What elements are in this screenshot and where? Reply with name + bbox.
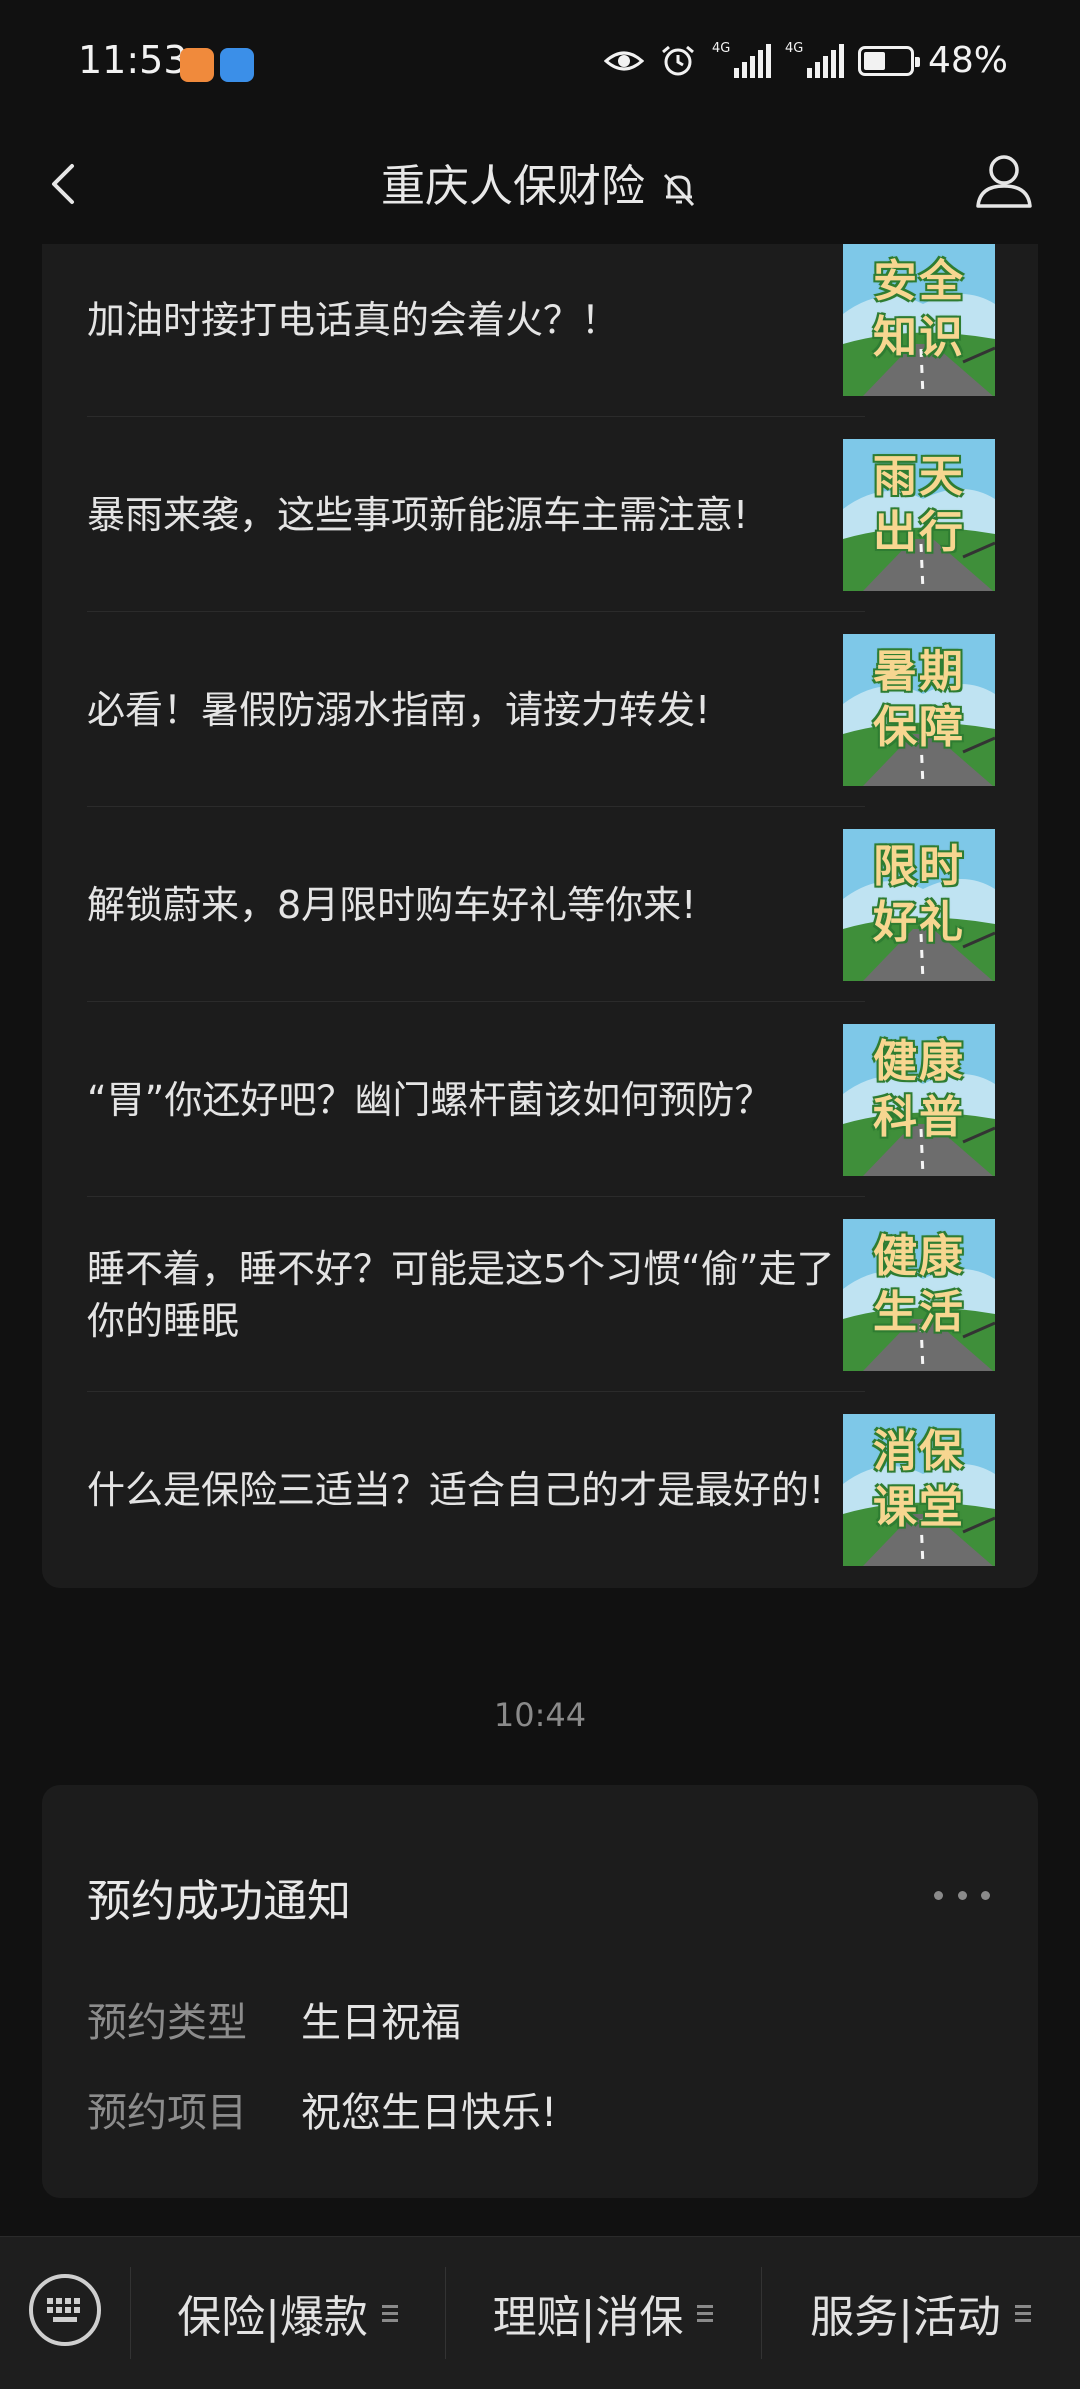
menu-item-insurance[interactable]: 保险|爆款 [130, 2237, 445, 2389]
menu-item-label: 服务|活动 [810, 2292, 1001, 2343]
article-thumbnail: 暑期 保障 [843, 634, 995, 786]
article-thumbnail: 雨天 出行 [843, 439, 995, 591]
eye-icon [603, 51, 644, 70]
thumbnail-label: 健康 科普 [873, 1036, 965, 1143]
more-options-icon[interactable] [934, 1887, 990, 1903]
thumbnail-label: 暑期 保障 [873, 646, 965, 753]
article-title: 解锁蔚来，8月限时购车好礼等你来! [87, 882, 697, 927]
row-label: 预约项目 [87, 2090, 247, 2136]
article-item[interactable]: 解锁蔚来，8月限时购车好礼等你来! 限时 好礼 [42, 807, 1038, 1002]
menu-item-service[interactable]: 服务|活动 [761, 2237, 1080, 2389]
article-list-card: 加油时接打电话真的会着火？！ 安全 知识 暴雨来袭，这些事项新能源车主需注意! 雨… [42, 244, 1038, 1588]
keyboard-icon[interactable] [28, 2273, 102, 2347]
thumbnail-label: 消保 课堂 [873, 1426, 965, 1533]
article-item[interactable]: 什么是保险三适当？适合自己的才是最好的! 消保 课堂 [42, 1392, 1038, 1587]
row-value: 生日祝福 [301, 2000, 461, 2046]
row-label: 预约类型 [87, 2000, 247, 2046]
menu-item-label: 保险|爆款 [177, 2292, 368, 2343]
person-icon[interactable] [972, 148, 1036, 212]
article-thumbnail: 健康 生活 [843, 1219, 995, 1371]
article-item[interactable]: 睡不着，睡不好？可能是这5个习惯“偷”走了你的睡眠 健康 生活 [42, 1197, 1038, 1392]
thumbnail-label: 健康 生活 [873, 1231, 965, 1338]
article-item[interactable]: 加油时接打电话真的会着火？！ 安全 知识 [42, 222, 1038, 417]
thumbnail-label: 限时 好礼 [873, 841, 965, 948]
article-item[interactable]: 暴雨来袭，这些事项新能源车主需注意! 雨天 出行 [42, 417, 1038, 612]
article-title: 加油时接打电话真的会着火？！ [87, 297, 620, 342]
row-value: 祝您生日快乐! [301, 2090, 558, 2136]
article-title: 睡不着，睡不好？可能是这5个习惯“偷”走了你的睡眠 [87, 1246, 835, 1343]
menu-item-claims[interactable]: 理赔|消保 [445, 2237, 761, 2389]
alarm-icon [662, 45, 694, 75]
app-notification-icon [180, 48, 214, 82]
menu-icon [697, 2301, 714, 2326]
article-thumbnail: 消保 课堂 [843, 1414, 995, 1566]
bell-off-icon [663, 173, 695, 207]
status-time: 11:53 [78, 38, 188, 82]
menu-icon [381, 2301, 398, 2326]
notification-row: 预约项目 祝您生日快乐! [87, 2080, 557, 2138]
article-title: 必看！暑假防溺水指南，请接力转发! [87, 687, 711, 732]
bottom-menu-bar: 保险|爆款 理赔|消保 服务|活动 [0, 2236, 1080, 2389]
signal-icon: 4G [784, 40, 844, 78]
notification-card[interactable]: 预约成功通知 预约类型 生日祝福 预约项目 祝您生日快乐! [42, 1785, 1038, 2198]
status-bar: 11:53 4G 4G 48% [0, 0, 1080, 128]
page-title: 重庆人保财险 [381, 161, 645, 212]
battery-icon [857, 45, 920, 76]
article-title: 什么是保险三适当？适合自己的才是最好的! [87, 1467, 825, 1512]
thumbnail-label: 雨天 出行 [873, 451, 965, 558]
battery-percent: 48% [927, 40, 1008, 81]
notification-title: 预约成功通知 [87, 1876, 351, 1927]
thumbnail-label: 安全 知识 [873, 256, 965, 363]
notification-row: 预约类型 生日祝福 [87, 1990, 461, 2048]
article-item[interactable]: 必看！暑假防溺水指南，请接力转发! 暑期 保障 [42, 612, 1038, 807]
signal-icon: 4G [711, 40, 771, 78]
article-thumbnail: 安全 知识 [843, 244, 995, 396]
article-item[interactable]: “胃”你还好吧？幽门螺杆菌该如何预防？ 健康 科普 [42, 1002, 1038, 1197]
article-title: 暴雨来袭，这些事项新能源车主需注意! [87, 492, 749, 537]
app-notification-icon [220, 48, 254, 82]
menu-item-label: 理赔|消保 [492, 2292, 684, 2343]
article-title: “胃”你还好吧？幽门螺杆菌该如何预防？ [87, 1077, 773, 1122]
menu-icon [1014, 2301, 1031, 2326]
network-label: 4G [784, 40, 804, 56]
article-thumbnail: 健康 科普 [843, 1024, 995, 1176]
network-label: 4G [711, 40, 731, 56]
message-timestamp: 10:44 [493, 1696, 587, 1734]
article-thumbnail: 限时 好礼 [843, 829, 995, 981]
